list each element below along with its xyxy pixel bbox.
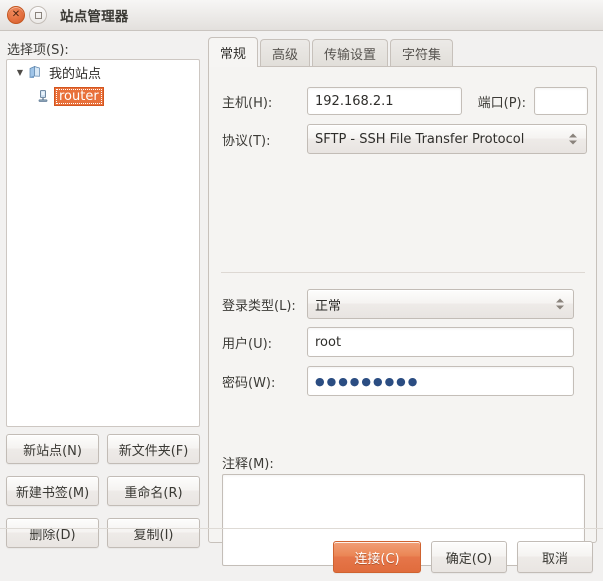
protocol-label: 协议(T):: [222, 133, 271, 149]
new-site-button[interactable]: 新站点(N): [6, 434, 99, 464]
close-icon[interactable]: ✕: [7, 6, 25, 24]
tab-transfer[interactable]: 传输设置: [312, 39, 389, 67]
title-bar: ✕ 站点管理器: [0, 0, 603, 31]
protocol-row: 协议(T): SFTP - SSH File Transfer Protocol: [222, 124, 587, 154]
spinner-arrows-icon: [569, 133, 577, 145]
logon-type-select-value: 正常: [315, 298, 342, 314]
password-input[interactable]: ●●●●●●●●●: [307, 366, 574, 396]
new-bookmark-button[interactable]: 新建书签(M): [6, 476, 99, 506]
tree-item-my-sites[interactable]: ▼ 我的站点: [7, 60, 199, 84]
settings-notebook: 常规 高级 传输设置 字符集 主机(H): 192.168.2.1 端口(P):…: [208, 37, 597, 566]
protocol-select-value: SFTP - SSH File Transfer Protocol: [315, 131, 525, 147]
chevron-down-icon[interactable]: ▼: [13, 65, 27, 79]
tree-item-router[interactable]: router: [7, 84, 199, 108]
tree-item-label: 我的站点: [49, 66, 102, 82]
maximize-square: [34, 11, 42, 19]
password-row: 密码(W): ●●●●●●●●●: [222, 366, 574, 396]
connect-button[interactable]: 连接(C): [333, 541, 421, 573]
port-label: 端口(P):: [477, 95, 526, 111]
protocol-select[interactable]: SFTP - SSH File Transfer Protocol: [307, 124, 587, 154]
cancel-button[interactable]: 取消: [517, 541, 593, 573]
host-row: 主机(H): 192.168.2.1 端口(P):: [222, 87, 588, 115]
selection-label: 选择项(S):: [7, 43, 69, 58]
dialog-action-bar: 连接(C) 确定(O) 取消: [333, 541, 593, 573]
ok-button[interactable]: 确定(O): [431, 541, 507, 573]
dialog-body: 选择项(S): ▼ 我的站点 router 新站点(N) 新文件夹(F) 新建书…: [0, 31, 603, 581]
tab-charset[interactable]: 字符集: [390, 39, 454, 67]
maximize-icon[interactable]: [29, 6, 47, 24]
new-folder-button[interactable]: 新文件夹(F): [107, 434, 200, 464]
user-input[interactable]: root: [307, 327, 574, 357]
port-input[interactable]: [534, 87, 588, 115]
spinner-arrows-icon: [556, 298, 564, 310]
window-title: 站点管理器: [60, 9, 129, 25]
rename-button[interactable]: 重命名(R): [107, 476, 200, 506]
delete-button[interactable]: 删除(D): [6, 518, 99, 548]
password-label: 密码(W):: [222, 375, 276, 391]
logon-type-row: 登录类型(L): 正常: [222, 289, 574, 319]
tab-general[interactable]: 常规: [208, 37, 259, 67]
section-divider: [221, 272, 585, 273]
logon-type-select[interactable]: 正常: [307, 289, 574, 319]
host-input[interactable]: 192.168.2.1: [307, 87, 462, 115]
server-icon: [35, 88, 51, 104]
user-label: 用户(U):: [222, 336, 273, 352]
tree-item-label: router: [55, 87, 103, 105]
tab-strip: 常规 高级 传输设置 字符集: [208, 37, 455, 67]
footer-divider: [0, 528, 603, 529]
logon-type-label: 登录类型(L):: [222, 298, 296, 314]
tab-advanced[interactable]: 高级: [260, 39, 311, 67]
notes-label: 注释(M):: [222, 457, 274, 472]
host-label: 主机(H):: [222, 95, 273, 111]
user-row: 用户(U): root: [222, 327, 574, 357]
duplicate-button[interactable]: 复制(I): [107, 518, 200, 548]
folder-site-icon: [27, 64, 43, 80]
general-tab-page: 主机(H): 192.168.2.1 端口(P): 协议(T): SFTP - …: [208, 66, 597, 566]
site-tree[interactable]: ▼ 我的站点 router: [6, 59, 200, 427]
